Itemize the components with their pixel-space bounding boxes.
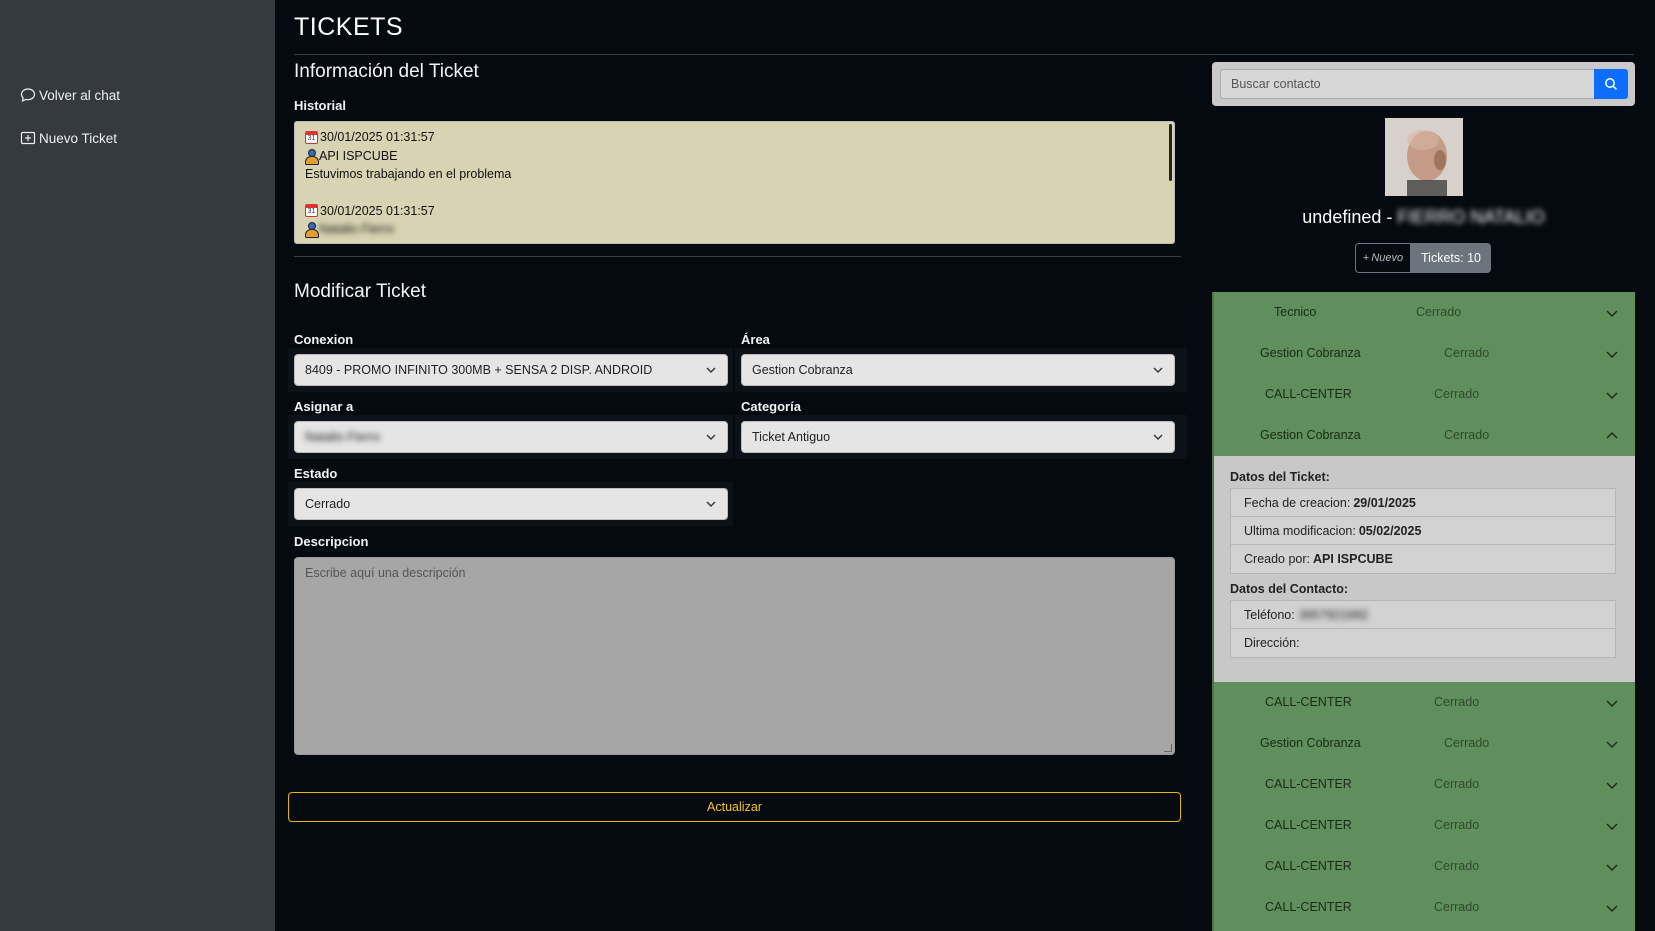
historial-label: Historial xyxy=(294,98,347,113)
resize-handle[interactable] xyxy=(1164,744,1172,752)
ticket-row[interactable]: CALL-CENTER Cerrado xyxy=(1214,846,1635,887)
sidebar-item-nuevo-ticket[interactable]: Nuevo Ticket xyxy=(20,130,117,146)
chevron-down-icon xyxy=(1606,310,1618,317)
search-button[interactable] xyxy=(1594,69,1628,99)
ticket-row[interactable]: Tecnico Cerrado xyxy=(1214,292,1635,333)
chevron-down-icon xyxy=(1606,864,1618,871)
user-icon xyxy=(305,222,319,239)
new-ticket-icon xyxy=(20,131,36,145)
chevron-down-icon xyxy=(1606,700,1618,707)
chevron-down-icon xyxy=(1606,782,1618,789)
chevron-down-icon xyxy=(1606,905,1618,912)
ticket-row[interactable]: CALL-CENTER Cerrado xyxy=(1214,887,1635,928)
chevron-up-icon xyxy=(1606,432,1618,439)
ticket-list: Tecnico Cerrado Gestion Cobranza Cerrado… xyxy=(1212,292,1635,931)
historial-date: 31 30/01/2025 01:31:57 xyxy=(305,128,1164,147)
chevron-down-icon xyxy=(1606,392,1618,399)
historial-text: Estuvimos trabajando en el problema xyxy=(305,167,512,182)
historial-user: API ISPCUBE xyxy=(305,147,1164,166)
tickets-count-button[interactable]: Tickets: 10 xyxy=(1411,243,1491,273)
ticket-data-title: Datos del Ticket: xyxy=(1230,470,1330,484)
descripcion-textarea[interactable]: Escribe aquí una descripción xyxy=(294,557,1175,755)
plus-icon: + xyxy=(1362,252,1370,264)
chevron-down-icon xyxy=(1606,823,1618,830)
ticket-row[interactable]: Gestion Cobranza Cerrado xyxy=(1214,333,1635,374)
chevron-down-icon xyxy=(1606,351,1618,358)
chevron-down-icon xyxy=(1153,434,1163,440)
modify-section-title: Modificar Ticket xyxy=(294,281,426,302)
ticket-data-box: Fecha de creacion: 29/01/2025 Ultima modi… xyxy=(1230,488,1616,574)
created-by: Creado por: API ISPCUBE xyxy=(1244,552,1393,566)
area-select[interactable]: Gestion Cobranza xyxy=(741,354,1175,386)
ticket-row[interactable]: Gestion Cobranza Cerrado xyxy=(1214,723,1635,764)
contact-data-box: Teléfono: 3957921682 Dirección: xyxy=(1230,600,1616,658)
ticket-row[interactable]: CALL-CENTER Cerrado xyxy=(1214,805,1635,846)
contact-data-title: Datos del Contacto: xyxy=(1230,582,1349,596)
sidebar-item-label: Volver al chat xyxy=(39,87,121,103)
divider xyxy=(294,54,1634,55)
ticket-details: Datos del Ticket: Fecha de creacion: 29/0… xyxy=(1214,456,1635,682)
chevron-down-icon xyxy=(706,367,716,373)
ticket-row-expanded[interactable]: Gestion Cobranza Cerrado xyxy=(1214,415,1635,456)
categoria-select[interactable]: Ticket Antiguo xyxy=(741,421,1175,453)
sidebar-item-volver-al-chat[interactable]: Volver al chat xyxy=(20,87,120,103)
address: Dirección: xyxy=(1244,636,1300,650)
sidebar: Volver al chat Nuevo Ticket xyxy=(0,0,275,931)
search-icon xyxy=(1605,78,1618,91)
ticket-row[interactable]: CALL-CENTER Cerrado xyxy=(1214,682,1635,723)
chevron-down-icon xyxy=(1153,367,1163,373)
historial-box[interactable]: 31 30/01/2025 01:31:57 API ISPCUBE Estuv… xyxy=(294,121,1175,244)
avatar-image xyxy=(1385,118,1463,196)
chevron-down-icon xyxy=(706,434,716,440)
area-label: Área xyxy=(741,332,770,347)
historial-user: Natalio Fierro xyxy=(305,220,1164,239)
estado-select[interactable]: Cerrado xyxy=(294,488,728,520)
chat-bubble-icon xyxy=(20,88,36,103)
contact-search-input[interactable]: Buscar contacto xyxy=(1220,69,1595,99)
conexion-select[interactable]: 8409 - PROMO INFINITO 300MB + SENSA 2 DI… xyxy=(294,354,728,386)
chevron-down-icon xyxy=(706,501,716,507)
contact-actions: + Nuevo Tickets: 10 xyxy=(1355,243,1491,273)
categoria-label: Categoría xyxy=(741,399,801,414)
divider xyxy=(294,256,1181,257)
historial-date: 31 30/01/2025 01:31:57 xyxy=(305,202,1164,221)
descripcion-label: Descripcion xyxy=(294,534,369,549)
user-icon xyxy=(305,148,319,165)
asignar-select[interactable]: Natalio Fierro xyxy=(294,421,728,453)
sidebar-item-label: Nuevo Ticket xyxy=(39,130,118,146)
calendar-icon: 31 xyxy=(305,204,318,218)
calendar-icon: 31 xyxy=(305,130,318,144)
descripcion-placeholder: Escribe aquí una descripción xyxy=(305,566,466,580)
estado-label: Estado xyxy=(294,466,338,481)
contact-name: undefined - FIERRO NATALIO xyxy=(1302,207,1545,227)
historial-scrollbar[interactable] xyxy=(1169,124,1172,181)
chevron-down-icon xyxy=(1606,741,1618,748)
avatar xyxy=(1385,118,1463,196)
page-title: TICKETS xyxy=(294,13,404,41)
creation-date: Fecha de creacion: 29/01/2025 xyxy=(1231,489,1615,517)
asignar-label: Asignar a xyxy=(294,399,354,414)
update-button[interactable]: Actualizar xyxy=(288,792,1181,822)
ticket-row[interactable]: CALL-CENTER Cerrado xyxy=(1214,374,1635,415)
conexion-label: Conexion xyxy=(294,332,354,347)
ticket-row[interactable]: CALL-CENTER Cerrado xyxy=(1214,764,1635,805)
new-ticket-button[interactable]: + Nuevo xyxy=(1355,243,1411,273)
info-section-title: Información del Ticket xyxy=(294,61,479,82)
phone: Teléfono: 3957921682 xyxy=(1231,601,1615,629)
last-modified: Ultima modificacion: 05/02/2025 xyxy=(1231,517,1615,545)
